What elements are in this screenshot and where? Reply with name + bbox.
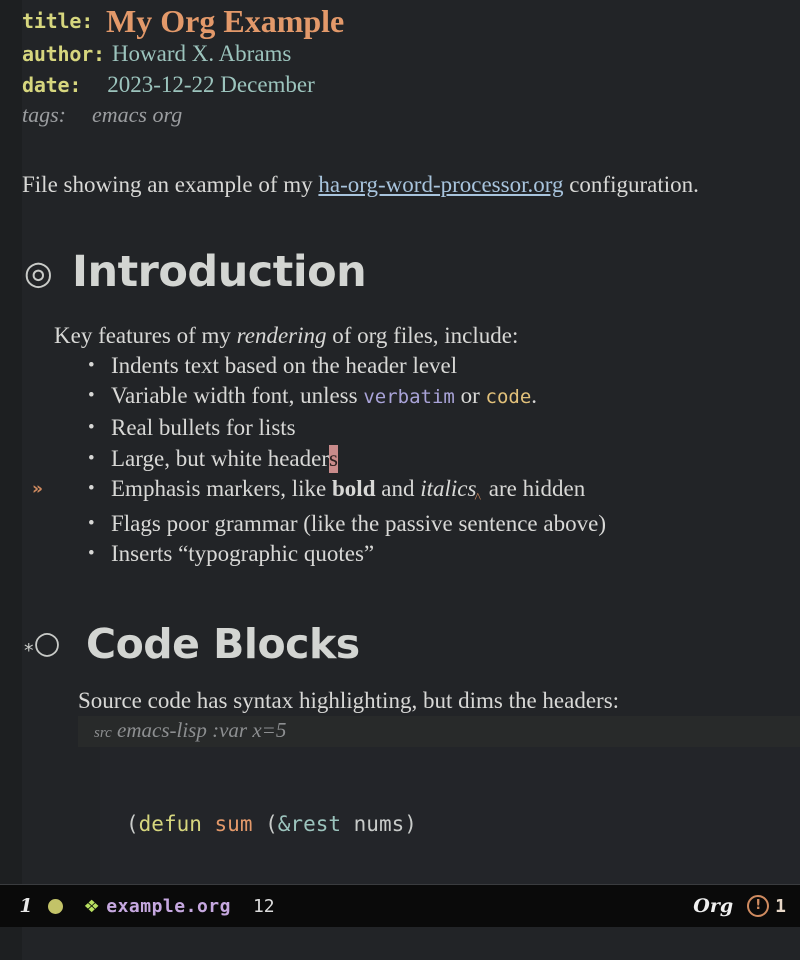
document-title: My Org Example: [106, 2, 345, 39]
list-item-text: Variable width font, unless: [111, 383, 364, 409]
list-item-text-mid: and: [375, 476, 421, 502]
italic-text: italics: [420, 476, 477, 502]
src-begin-args: emacs-lisp :var x=5: [117, 717, 287, 742]
lead-before: Key features of my: [54, 322, 237, 348]
list-item-text: Indents text based on the header level: [111, 352, 458, 378]
warning-icon: !: [747, 895, 770, 917]
list-item-text: Large, but white header: [111, 445, 329, 471]
major-mode-label[interactable]: Org: [693, 895, 733, 917]
introduction-lead: Key features of my rendering of org file…: [54, 320, 800, 351]
intro-paragraph: File showing an example of my ha-org-wor…: [22, 136, 800, 200]
list-item: Variable width font, unless verbatim or …: [88, 381, 800, 413]
flycheck-status[interactable]: ! 1: [747, 895, 786, 917]
org-file-link[interactable]: ha-org-word-processor.org: [318, 172, 563, 197]
org-buffer[interactable]: title: My Org Example author: Howard X. …: [0, 0, 800, 884]
code-blocks-body: Source code has syntax highlighting, but…: [22, 674, 800, 884]
mode-line[interactable]: 1 ❖ example.org 12 Org ! 1: [0, 884, 800, 927]
feature-list: Indents text based on the header level V…: [32, 351, 800, 570]
keyword-line-date: date: 2023-12-22 December: [22, 72, 800, 102]
grammar-caret-icon: ^: [474, 491, 482, 507]
emacs-frame: title: My Org Example author: Howard X. …: [0, 0, 800, 960]
list-item-text-end: are hidden: [483, 476, 586, 502]
keyword-line-title: title: My Org Example: [22, 0, 800, 41]
src-begin-keyword: src: [94, 724, 112, 741]
list-item: Flags poor grammar (like the passive sen…: [88, 509, 800, 540]
buffer-modified-icon[interactable]: [48, 898, 63, 914]
list-item: Large, but white headers: [88, 444, 800, 475]
heading-star-icon: *: [24, 640, 34, 663]
code-text: code: [485, 386, 532, 409]
line-number: 12: [252, 895, 275, 917]
document-date: 2023-12-22 December: [107, 72, 315, 97]
buffer-name[interactable]: example.org: [106, 896, 231, 917]
mode-line-right: Org ! 1: [693, 895, 786, 917]
window-number: 1: [19, 895, 33, 917]
document-author: Howard X. Abrams: [111, 41, 292, 66]
bold-text: bold: [332, 476, 376, 502]
title-keyword-label: title:: [22, 8, 94, 33]
list-item-text: Inserts “typographic quotes”: [111, 541, 375, 567]
list-item: » Emphasis markers, like bold and italics…: [32, 474, 800, 509]
heading-bullet-group: *○: [22, 628, 86, 661]
verbatim-text: verbatim: [363, 386, 455, 409]
leaf-icon: ❖: [84, 893, 99, 918]
lead-after: of org files, include:: [326, 322, 519, 348]
list-item: Real bullets for lists: [88, 413, 800, 444]
author-keyword-label: author:: [22, 42, 105, 66]
list-item-text-mid: or: [454, 383, 486, 409]
buffer-content: title: My Org Example author: Howard X. …: [0, 0, 800, 884]
heading-code-blocks-text: Code Blocks: [86, 620, 360, 669]
document-tags: emacs org: [92, 102, 183, 127]
introduction-body: Key features of my rendering of org file…: [22, 304, 800, 570]
flycheck-count: 1: [775, 895, 786, 917]
echo-left-fringe: [0, 927, 22, 960]
intro-text-after: configuration.: [563, 172, 699, 197]
tags-keyword-label: tags:: [22, 102, 66, 127]
heading-bullet-icon: ◎: [24, 253, 53, 293]
keyword-line-tags: tags: emacs org: [22, 102, 800, 136]
heading-code-blocks[interactable]: *○ Code Blocks: [22, 616, 800, 674]
list-item: Indents text based on the header level: [88, 351, 800, 382]
echo-area[interactable]: [0, 927, 800, 960]
date-keyword-label: date:: [22, 73, 82, 97]
src-block-code[interactable]: (defun sum (&rest nums) "Sums all the NU…: [100, 746, 800, 884]
lead-italic: rendering: [236, 322, 327, 348]
heading-introduction[interactable]: ◎ Introduction: [22, 242, 800, 304]
text-cursor: s: [328, 444, 338, 473]
fringe-chevron-icon: »: [32, 479, 43, 500]
intro-text-before: File showing an example of my: [22, 172, 319, 197]
list-item-text-end: .: [531, 383, 538, 409]
heading-introduction-text: Introduction: [72, 247, 367, 298]
heading-circle-icon: ○: [33, 625, 61, 662]
list-item-text: Real bullets for lists: [111, 414, 296, 440]
list-item: Inserts “typographic quotes”: [88, 539, 800, 570]
keyword-line-author: author: Howard X. Abrams: [22, 41, 800, 72]
code-line-1: (defun sum (&rest nums): [126, 811, 417, 836]
src-caption: Source code has syntax highlighting, but…: [78, 687, 620, 713]
src-block-begin: src emacs-lisp :var x=5: [78, 715, 800, 747]
mode-line-left: 1 ❖ example.org 12: [8, 893, 275, 918]
list-item-text: Flags poor grammar (like the passive sen…: [111, 510, 606, 536]
list-item-text: Emphasis markers, like: [111, 476, 333, 502]
